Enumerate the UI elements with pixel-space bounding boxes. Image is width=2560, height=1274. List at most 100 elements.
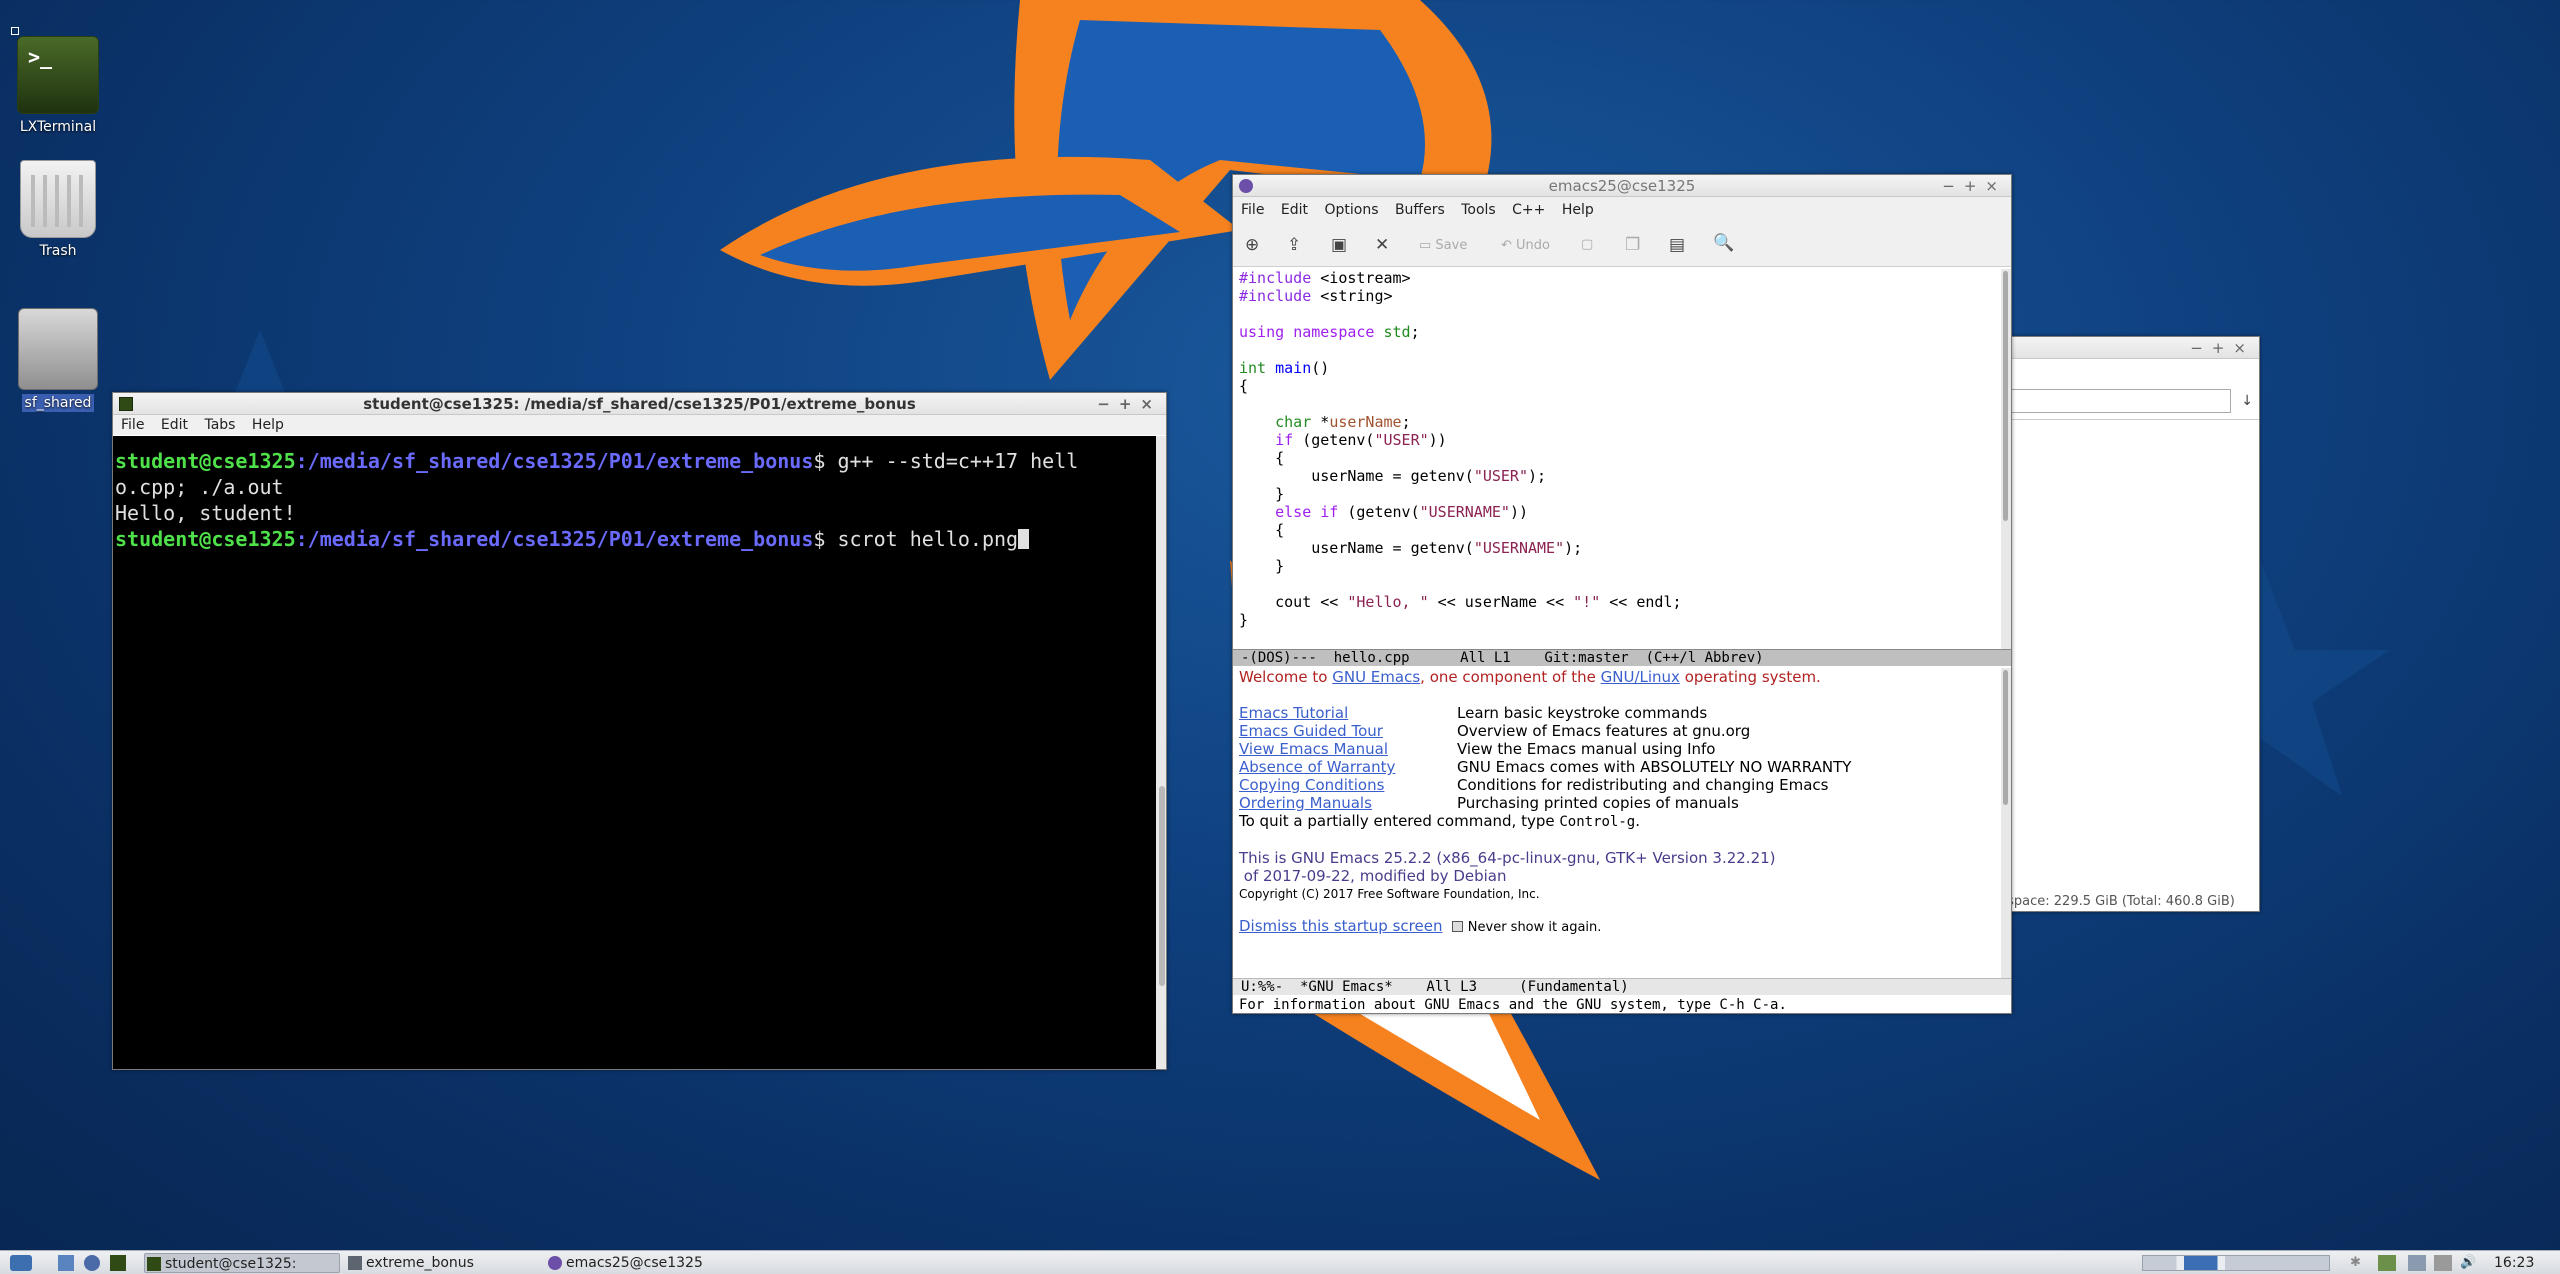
window-controls[interactable]: −+× xyxy=(1097,393,1162,415)
emacs-titlebar[interactable]: emacs25@cse1325 −+× xyxy=(1233,175,2011,197)
clock[interactable]: 16:23 xyxy=(2494,1255,2534,1271)
terminal-window[interactable]: student@cse1325: /media/sf_shared/cse132… xyxy=(112,392,1167,1070)
task-terminal[interactable]: student@cse1325: /me... xyxy=(144,1253,340,1273)
drive-icon xyxy=(18,308,98,390)
close-icon[interactable]: ✕ xyxy=(1375,235,1389,255)
file-manager-status: e space: 229.5 GiB (Total: 460.8 GiB) xyxy=(1995,894,2235,909)
menu-help[interactable]: Help xyxy=(252,417,284,433)
menu-file[interactable]: File xyxy=(121,417,144,433)
terminal-launcher-icon[interactable] xyxy=(110,1255,126,1271)
startup-link[interactable]: Copying Conditions xyxy=(1239,776,1457,794)
drive-icon[interactable] xyxy=(2434,1255,2452,1271)
code-scrollbar[interactable] xyxy=(2001,269,2011,649)
display-icon[interactable] xyxy=(2408,1255,2426,1271)
file-manager-titlebar[interactable]: −+× xyxy=(1991,337,2259,359)
menu-tabs[interactable]: Tabs xyxy=(204,417,235,433)
startup-link-description: Overview of Emacs features at gnu.org xyxy=(1457,722,1751,740)
volume-icon[interactable]: 🔊 xyxy=(2460,1255,2476,1271)
version-date: of 2017-09-22, modified by Debian xyxy=(1239,867,1507,885)
desktop-icon-sf-shared[interactable]: sf_shared xyxy=(8,308,108,412)
new-file-icon[interactable]: ⊕ xyxy=(1245,235,1259,255)
startup-link[interactable]: Ordering Manuals xyxy=(1239,794,1457,812)
open-dir-icon[interactable]: ▣ xyxy=(1331,235,1347,255)
bluetooth-icon[interactable]: ✱ xyxy=(2350,1255,2361,1271)
desktop-icon-label: Trash xyxy=(39,243,77,259)
startup-link-description: Purchasing printed copies of manuals xyxy=(1457,794,1739,812)
startup-link-row: Absence of Warranty GNU Emacs comes with … xyxy=(1233,758,2001,776)
browser-launcher-icon[interactable] xyxy=(84,1255,100,1271)
code-line: int main() xyxy=(1239,359,1330,377)
menu-file[interactable]: File xyxy=(1241,202,1264,218)
menu-cpp[interactable]: C++ xyxy=(1512,202,1545,218)
terminal-scrollbar[interactable] xyxy=(1156,436,1166,1069)
menu-icon[interactable] xyxy=(10,1255,32,1271)
dismiss-link[interactable]: Dismiss this startup screen xyxy=(1239,917,1442,935)
task-file-manager[interactable]: extreme_bonus xyxy=(346,1253,542,1273)
menu-edit[interactable]: Edit xyxy=(161,417,188,433)
code-line: char *userName; xyxy=(1275,413,1411,431)
window-controls[interactable]: −+× xyxy=(2190,337,2255,359)
file-manager-window[interactable]: −+× ↓ e space: 229.5 GiB (Total: 460.8 G… xyxy=(1990,336,2260,912)
open-file-icon[interactable]: ⇪ xyxy=(1287,235,1301,255)
scrollbar-thumb[interactable] xyxy=(2003,271,2008,521)
menu-edit[interactable]: Edit xyxy=(1281,202,1308,218)
startup-link[interactable]: Emacs Guided Tour xyxy=(1239,722,1457,740)
startup-link[interactable]: Absence of Warranty xyxy=(1239,758,1457,776)
gnu-linux-link[interactable]: GNU/Linux xyxy=(1601,668,1680,686)
emacs-window[interactable]: emacs25@cse1325 −+× File Edit Options Bu… xyxy=(1232,174,2012,1014)
quit-hint: To quit a partially entered command, typ… xyxy=(1239,812,1640,830)
code-line: using namespace std; xyxy=(1239,323,1420,341)
scrollbar-thumb[interactable] xyxy=(2003,670,2008,805)
terminal-output[interactable]: student@cse1325:/media/sf_shared/cse1325… xyxy=(113,436,1156,1069)
desktop-icon-trash[interactable]: Trash xyxy=(8,160,108,260)
welcome-line: Welcome to GNU Emacs, one component of t… xyxy=(1239,668,1821,686)
cut-icon[interactable]: ▢ xyxy=(1581,235,1593,255)
startup-link-row: View Emacs Manual View the Emacs manual u… xyxy=(1233,740,2001,758)
menu-tools[interactable]: Tools xyxy=(1461,202,1496,218)
task-emacs[interactable]: emacs25@cse1325 xyxy=(546,1253,742,1273)
version-line: This is GNU Emacs 25.2.2 (x86_64-pc-linu… xyxy=(1239,849,1776,867)
welcome-scrollbar[interactable] xyxy=(2001,668,2011,978)
welcome-buffer[interactable]: Welcome to GNU Emacs, one component of t… xyxy=(1233,668,2001,978)
code-line: { xyxy=(1239,449,1285,467)
copy-icon[interactable]: ❐ xyxy=(1625,235,1640,255)
desktop-icon-lxterminal[interactable]: >_ LXTerminal xyxy=(8,36,108,136)
scrollbar-thumb[interactable] xyxy=(1159,786,1165,986)
go-icon[interactable]: ↓ xyxy=(2241,393,2253,409)
code-line: } xyxy=(1239,557,1285,575)
never-show-checkbox[interactable] xyxy=(1452,921,1463,932)
desktop-pager[interactable] xyxy=(2142,1255,2330,1271)
network-icon[interactable] xyxy=(2378,1255,2396,1271)
search-icon[interactable]: 🔍 xyxy=(1713,233,1734,253)
menu-options[interactable]: Options xyxy=(1324,202,1378,218)
gnu-emacs-link[interactable]: GNU Emacs xyxy=(1332,668,1420,686)
terminal-icon: >_ xyxy=(17,36,99,114)
menu-buffers[interactable]: Buffers xyxy=(1395,202,1445,218)
terminal-cursor xyxy=(1018,529,1030,549)
emacs-menubar: File Edit Options Buffers Tools C++ Help xyxy=(1233,197,2011,223)
dismiss-row: Dismiss this startup screen Never show i… xyxy=(1239,917,1602,935)
startup-links: Emacs Tutorial Learn basic keystroke comm… xyxy=(1233,704,2001,812)
startup-link[interactable]: View Emacs Manual xyxy=(1239,740,1457,758)
menu-help[interactable]: Help xyxy=(1562,202,1594,218)
startup-link-description: View the Emacs manual using Info xyxy=(1457,740,1716,758)
code-buffer[interactable]: #include <iostream> #include <string> usi… xyxy=(1233,269,2001,649)
file-manager-location-bar[interactable] xyxy=(1991,389,2231,413)
startup-link[interactable]: Emacs Tutorial xyxy=(1239,704,1457,722)
terminal-titlebar[interactable]: student@cse1325: /media/sf_shared/cse132… xyxy=(113,393,1166,415)
window-controls[interactable]: −+× xyxy=(1942,175,2007,197)
undo-button[interactable]: ↶ Undo xyxy=(1501,236,1550,256)
startup-link-row: Ordering Manuals Purchasing printed copie… xyxy=(1233,794,2001,812)
emacs-title: emacs25@cse1325 xyxy=(1548,177,1696,195)
save-button[interactable]: ▭ Save xyxy=(1419,236,1467,256)
emacs-icon xyxy=(548,1256,562,1270)
file-manager-launcher-icon[interactable] xyxy=(58,1255,74,1271)
paste-icon[interactable]: ▤ xyxy=(1669,235,1685,255)
file-manager-content[interactable] xyxy=(1991,419,2259,891)
corner-marker xyxy=(11,27,19,35)
code-text[interactable]: #include <iostream> #include <string> usi… xyxy=(1233,269,2001,629)
code-line: userName = getenv("USERNAME"); xyxy=(1239,539,1583,557)
minibuffer[interactable]: For information about GNU Emacs and the … xyxy=(1233,996,2011,1014)
terminal-line: o.cpp; ./a.out xyxy=(115,475,284,499)
